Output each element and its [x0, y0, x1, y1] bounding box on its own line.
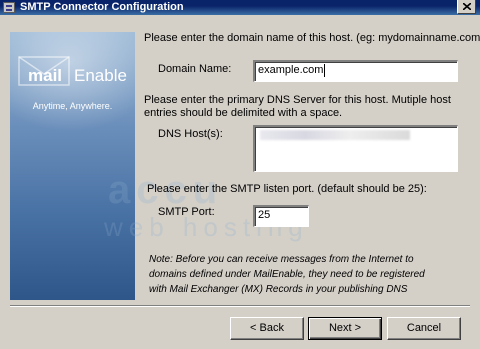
dns-label: DNS Host(s): [158, 128, 223, 140]
redacted-dns-value [260, 130, 410, 140]
domain-label: Domain Name: [158, 63, 232, 75]
close-button[interactable] [457, 0, 476, 14]
dns-hosts-field[interactable] [253, 125, 458, 172]
smtp-prompt: Please enter the SMTP listen port. (defa… [147, 183, 427, 195]
close-icon [463, 3, 471, 10]
mx-note: Note: Before you can receive messages fr… [149, 252, 474, 297]
logo-mail-text: mail [28, 66, 63, 85]
note-line3: with Mail Exchanger (MX) Records in your… [149, 284, 408, 295]
note-line2: domains defined under MailEnable, they n… [149, 269, 425, 280]
cancel-button[interactable]: Cancel [387, 317, 461, 340]
tagline: Anytime, Anywhere. [32, 101, 113, 111]
smtp-port-label: SMTP Port: [158, 206, 215, 218]
text-cursor [324, 63, 326, 77]
next-button[interactable]: Next > [308, 317, 382, 340]
dns-prompt-line1: Please enter the primary DNS Server for … [144, 94, 451, 106]
window-title: SMTP Connector Configuration [20, 1, 184, 13]
dns-prompt-line2: entries should be delimited with a space… [144, 107, 343, 119]
brand-panel: mail Enable Anytime, Anywhere. [10, 32, 135, 300]
domain-prompt: Please enter the domain name of this hos… [144, 32, 480, 44]
domain-name-field[interactable]: example.com [253, 60, 458, 82]
note-line1: Note: Before you can receive messages fr… [149, 254, 414, 265]
logo-enable-text: Enable [74, 66, 127, 85]
app-icon [3, 2, 15, 13]
title-bar[interactable]: SMTP Connector Configuration [0, 0, 480, 15]
domain-name-value: example.com [258, 64, 324, 76]
footer-divider [10, 305, 470, 307]
smtp-port-field[interactable]: 25 [253, 205, 309, 227]
back-button[interactable]: < Back [230, 317, 304, 340]
